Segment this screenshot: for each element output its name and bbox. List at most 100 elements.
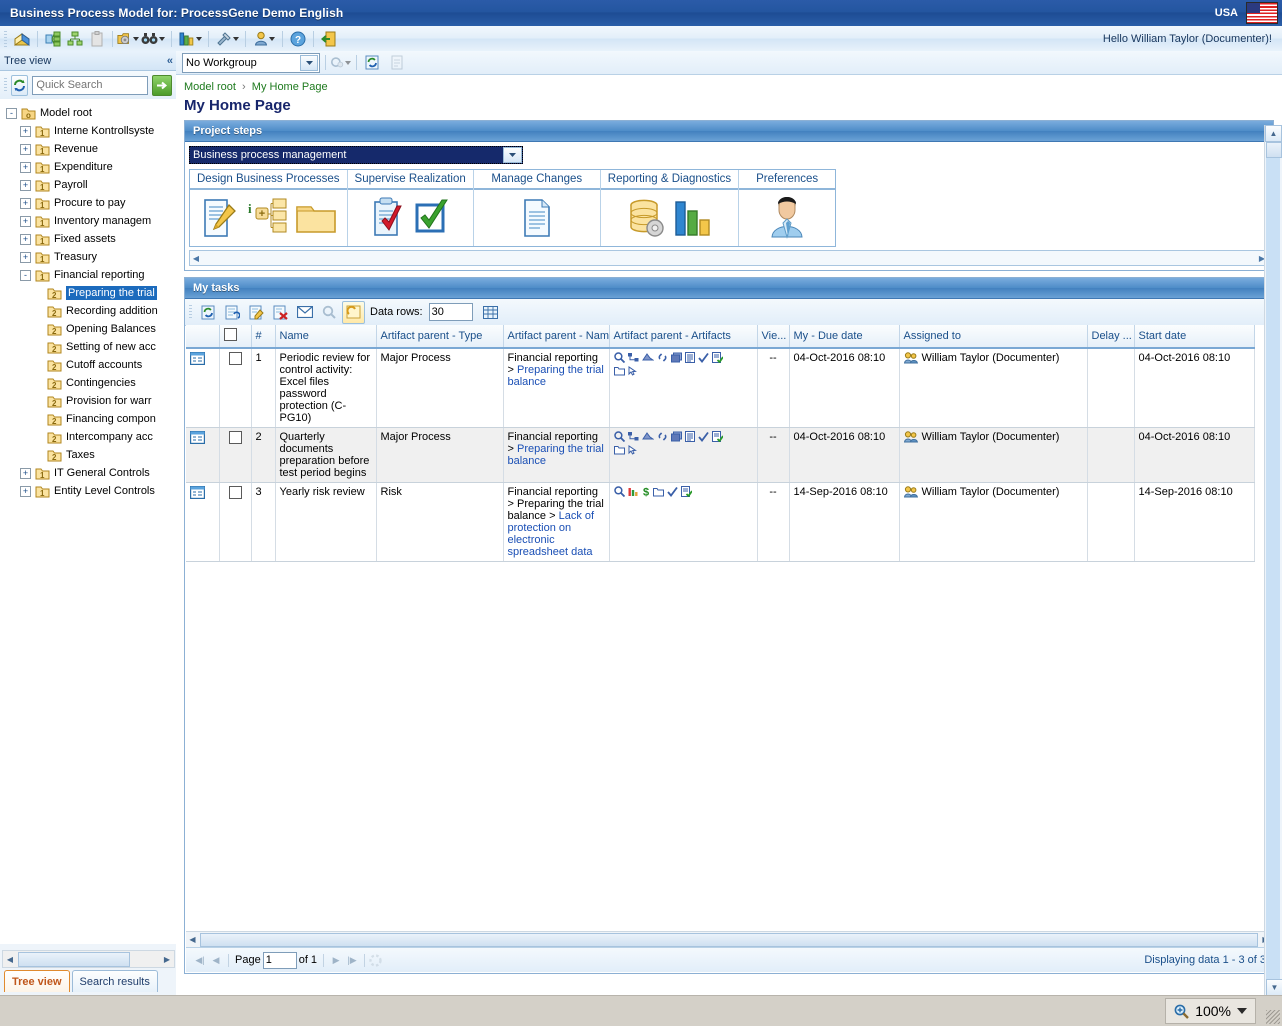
expand-icon[interactable]: +: [20, 126, 31, 137]
table-row[interactable]: 2Quarterly documents preparation before …: [186, 428, 1254, 483]
table-row[interactable]: 1Periodic review for control activity: E…: [186, 348, 1254, 428]
parent-name-link[interactable]: Preparing the trial balance: [508, 364, 604, 388]
edit-task-icon[interactable]: [246, 302, 267, 323]
list-icon[interactable]: [685, 431, 695, 442]
check-icon[interactable]: [667, 486, 678, 497]
pager-refresh-icon[interactable]: [369, 954, 382, 967]
folder-icon[interactable]: [614, 366, 625, 376]
tree-node-17[interactable]: 2Financing compon: [0, 410, 176, 428]
layers-icon[interactable]: [671, 431, 682, 442]
paste-icon[interactable]: [86, 28, 108, 49]
user-icon[interactable]: [250, 28, 278, 49]
scroll-left-icon[interactable]: ◀: [186, 935, 199, 944]
expand-icon[interactable]: +: [20, 486, 31, 497]
collapse-icon[interactable]: -: [6, 108, 17, 119]
cursor-icon[interactable]: [628, 445, 637, 455]
tree-node-list[interactable]: -oModel root+1Interne Kontrollsyste+1Rev…: [0, 99, 176, 944]
check-icon[interactable]: [698, 352, 709, 363]
breadcrumb-root[interactable]: Model root: [184, 81, 236, 93]
scroll-right-icon[interactable]: ▶: [160, 952, 174, 966]
model-tree-icon[interactable]: [42, 28, 64, 49]
tree-node-9[interactable]: -1Financial reporting: [0, 266, 176, 284]
green-check-box-icon[interactable]: [412, 197, 452, 239]
tree-node-6[interactable]: +1Inventory managem: [0, 212, 176, 230]
refresh-icon[interactable]: [198, 302, 219, 323]
col-parent-type[interactable]: Artifact parent - Type: [376, 325, 503, 348]
new-task-icon[interactable]: [222, 302, 243, 323]
collapse-panel-icon[interactable]: «: [167, 55, 172, 67]
flow-icon[interactable]: [628, 352, 639, 363]
scroll-thumb[interactable]: [200, 933, 1258, 947]
chevron-down-icon[interactable]: [503, 147, 522, 163]
col-start-date[interactable]: Start date: [1134, 325, 1254, 348]
tree-node-12[interactable]: 2Opening Balances: [0, 320, 176, 338]
process-select[interactable]: Business process management: [189, 146, 523, 164]
tree-node-2[interactable]: +1Revenue: [0, 140, 176, 158]
tree-node-18[interactable]: 2Intercompany acc: [0, 428, 176, 446]
folder-icon[interactable]: [295, 200, 337, 236]
tasks-toolbar-grip[interactable]: [189, 305, 192, 320]
scroll-down-icon[interactable]: ▼: [1266, 979, 1282, 996]
logout-icon[interactable]: [318, 28, 340, 49]
process-hierarchy-icon[interactable]: i +: [245, 197, 289, 239]
tree-node-13[interactable]: 2Setting of new acc: [0, 338, 176, 356]
database-gear-icon[interactable]: [625, 197, 667, 239]
tools-icon[interactable]: [213, 28, 241, 49]
col-rowicon[interactable]: [186, 325, 219, 348]
magnify-icon[interactable]: [614, 486, 625, 497]
col-assigned-to[interactable]: Assigned to: [899, 325, 1087, 348]
workgroup-select[interactable]: No Workgroup: [182, 53, 320, 73]
zoom-in-icon[interactable]: [1174, 1004, 1189, 1019]
settings-icon[interactable]: [117, 28, 139, 49]
zoom-control[interactable]: 100%: [1165, 998, 1256, 1024]
edit-document-icon[interactable]: [199, 197, 239, 239]
col-due-date[interactable]: My - Due date: [789, 325, 899, 348]
tree-node-20[interactable]: +1IT General Controls: [0, 464, 176, 482]
tree-node-21[interactable]: +1Entity Level Controls: [0, 482, 176, 500]
list-icon[interactable]: [685, 352, 695, 363]
bar-chart-icon[interactable]: [628, 487, 639, 497]
next-page-icon[interactable]: ▶: [328, 955, 344, 966]
grid-horizontal-scrollbar[interactable]: ◀ ▶: [186, 931, 1272, 947]
tree-node-3[interactable]: +1Expenditure: [0, 158, 176, 176]
tree-node-1[interactable]: +1Interne Kontrollsyste: [0, 122, 176, 140]
expand-icon[interactable]: +: [20, 162, 31, 173]
dollar-icon[interactable]: $: [642, 486, 650, 497]
refresh-page-icon[interactable]: [362, 53, 382, 72]
scroll-track[interactable]: [1266, 158, 1280, 979]
project-steps-hscrollbar[interactable]: ◀ ▶: [189, 250, 1269, 266]
toolbar-grip[interactable]: [4, 31, 7, 47]
check-icon[interactable]: [698, 431, 709, 442]
find-icon[interactable]: [139, 28, 167, 49]
scroll-thumb[interactable]: [18, 952, 130, 967]
col-number[interactable]: #: [251, 325, 275, 348]
col-select-all[interactable]: [219, 325, 251, 348]
reports-icon[interactable]: [176, 28, 204, 49]
expand-icon[interactable]: +: [20, 180, 31, 191]
col-name[interactable]: Name: [275, 325, 376, 348]
col-delay[interactable]: Delay ...: [1087, 325, 1134, 348]
scroll-up-icon[interactable]: ▲: [1265, 125, 1282, 142]
row-checkbox[interactable]: [219, 483, 251, 562]
magnify-icon[interactable]: [614, 431, 625, 442]
doc-check-icon[interactable]: [712, 352, 723, 363]
layers-icon[interactable]: [671, 352, 682, 363]
row-checkbox[interactable]: [219, 428, 251, 483]
content-vertical-scrollbar[interactable]: ▲ ▼: [1264, 125, 1282, 996]
expand-icon[interactable]: +: [20, 216, 31, 227]
export-page-icon[interactable]: [387, 53, 407, 72]
col-parent-artifacts[interactable]: Artifact parent - Artifacts: [609, 325, 757, 348]
delete-task-icon[interactable]: [270, 302, 291, 323]
workgroup-settings-icon[interactable]: [331, 53, 351, 72]
user-profile-icon[interactable]: [769, 197, 805, 239]
parent-name-link[interactable]: Preparing the trial balance: [508, 443, 604, 467]
scroll-thumb[interactable]: [1266, 142, 1282, 158]
task-detail-icon[interactable]: [186, 483, 219, 562]
search-icon[interactable]: [318, 302, 339, 323]
mail-icon[interactable]: [294, 302, 315, 323]
cursor-icon[interactable]: [628, 366, 637, 376]
expand-icon[interactable]: +: [20, 468, 31, 479]
link-icon[interactable]: [657, 352, 668, 363]
tree-node-8[interactable]: +1Treasury: [0, 248, 176, 266]
refresh-icon[interactable]: [11, 75, 29, 96]
